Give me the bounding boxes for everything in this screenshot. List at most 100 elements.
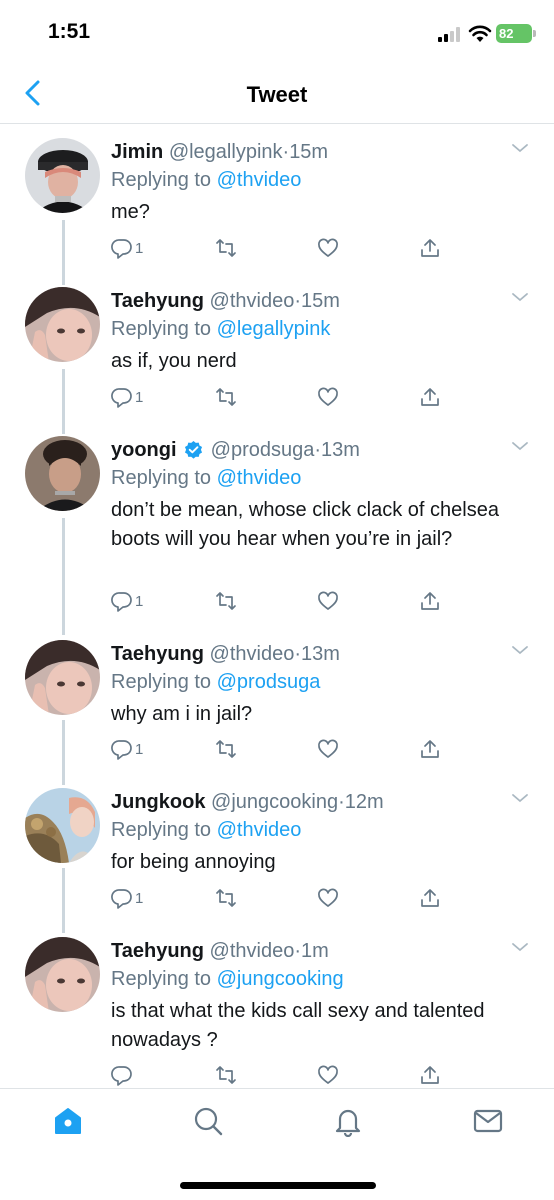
separator: ·	[294, 643, 301, 665]
timestamp[interactable]: 15m	[301, 290, 340, 312]
avatar[interactable]	[25, 640, 100, 715]
like-button[interactable]	[317, 1062, 339, 1088]
mention-link[interactable]: @prodsuga	[217, 671, 321, 693]
home-indicator	[180, 1182, 376, 1189]
avatar[interactable]	[25, 788, 100, 863]
chevron-down-icon[interactable]	[510, 788, 530, 808]
replying-prefix: Replying to	[111, 467, 212, 489]
username[interactable]: @prodsuga	[211, 439, 315, 461]
search-icon[interactable]	[192, 1105, 224, 1137]
tweet-actions: 1	[111, 384, 451, 410]
avatar[interactable]	[25, 138, 100, 213]
like-button[interactable]	[317, 235, 339, 261]
display-name[interactable]: Jimin	[111, 141, 163, 163]
share-icon	[421, 592, 439, 610]
replying-to: Replying to @thvideo	[111, 464, 518, 492]
replying-to: Replying to @jungcooking	[111, 965, 518, 993]
reply-icon	[111, 239, 132, 259]
cellular-signal-icon	[438, 27, 462, 42]
like-button[interactable]	[317, 736, 339, 762]
reply-button[interactable]: 1	[111, 736, 143, 762]
replying-to: Replying to @thvideo	[111, 166, 518, 194]
display-name[interactable]: Taehyung	[111, 643, 204, 665]
retweet-button[interactable]	[215, 885, 237, 911]
like-icon	[318, 1065, 338, 1084]
mention-link[interactable]: @thvideo	[217, 169, 302, 191]
reply-button[interactable]: 1	[111, 588, 143, 614]
timestamp[interactable]: 13m	[301, 643, 340, 665]
wifi-icon	[468, 25, 492, 42]
share-button[interactable]	[419, 885, 441, 911]
share-button[interactable]	[419, 384, 441, 410]
mention-link[interactable]: @thvideo	[217, 819, 302, 841]
replying-to: Replying to @thvideo	[111, 816, 518, 844]
timestamp[interactable]: 13m	[321, 439, 360, 461]
share-button[interactable]	[419, 1062, 441, 1088]
separator: ·	[294, 290, 301, 312]
retweet-button[interactable]	[215, 384, 237, 410]
like-button[interactable]	[317, 588, 339, 614]
messages-icon[interactable]	[472, 1105, 504, 1137]
share-button[interactable]	[419, 736, 441, 762]
tweet-text: don’t be mean, whose click clack of chel…	[111, 499, 499, 550]
retweet-button[interactable]	[215, 736, 237, 762]
share-icon	[421, 388, 439, 406]
reply-button[interactable]: 1	[111, 235, 143, 261]
replying-to: Replying to @legallypink	[111, 315, 518, 343]
mention-link[interactable]: @jungcooking	[217, 968, 344, 990]
avatar[interactable]	[25, 287, 100, 362]
battery-nub	[533, 30, 536, 37]
replying-prefix: Replying to	[111, 819, 212, 841]
timestamp[interactable]: 1m	[301, 940, 329, 962]
share-button[interactable]	[419, 235, 441, 261]
notifications-icon[interactable]	[332, 1105, 364, 1137]
chevron-down-icon[interactable]	[510, 640, 530, 660]
timestamp[interactable]: 15m	[289, 141, 328, 163]
retweet-button[interactable]	[215, 1062, 237, 1088]
mention-link[interactable]: @legallypink	[217, 318, 331, 340]
username[interactable]: @thvideo	[210, 643, 295, 665]
home-icon[interactable]	[52, 1105, 84, 1137]
tweet-body: Jimin @legallypink·15m Replying to @thvi…	[111, 138, 518, 227]
like-icon	[318, 591, 338, 610]
thread-line	[62, 518, 65, 635]
timestamp[interactable]: 12m	[345, 791, 384, 813]
reply-icon	[111, 889, 132, 909]
tweet-actions: 1	[111, 736, 451, 762]
username[interactable]: @thvideo	[210, 940, 295, 962]
display-name[interactable]: Taehyung	[111, 940, 204, 962]
display-name[interactable]: Taehyung	[111, 290, 204, 312]
chevron-down-icon[interactable]	[510, 937, 530, 957]
retweet-button[interactable]	[215, 235, 237, 261]
display-name[interactable]: Jungkook	[111, 791, 205, 813]
avatar[interactable]	[25, 436, 100, 511]
username[interactable]: @thvideo	[210, 290, 295, 312]
reply-button[interactable]	[111, 1062, 133, 1088]
like-icon	[318, 387, 338, 406]
battery-icon: 82	[496, 24, 532, 43]
like-button[interactable]	[317, 384, 339, 410]
share-button[interactable]	[419, 588, 441, 614]
reply-button[interactable]: 1	[111, 384, 143, 410]
like-button[interactable]	[317, 885, 339, 911]
chevron-down-icon[interactable]	[510, 436, 530, 456]
display-name[interactable]: yoongi	[111, 439, 177, 461]
chevron-down-icon[interactable]	[510, 138, 530, 158]
tweet-text: why am i in jail?	[111, 703, 253, 725]
retweet-icon	[216, 740, 236, 758]
reply-icon	[111, 740, 132, 760]
mention-link[interactable]: @thvideo	[217, 467, 302, 489]
retweet-icon	[216, 388, 236, 406]
share-icon	[421, 889, 439, 907]
username[interactable]: @legallypink	[169, 141, 283, 163]
retweet-button[interactable]	[215, 588, 237, 614]
reply-button[interactable]: 1	[111, 885, 143, 911]
username[interactable]: @jungcooking	[211, 791, 338, 813]
retweet-icon	[216, 239, 236, 257]
reply-icon	[111, 388, 132, 408]
replying-prefix: Replying to	[111, 671, 212, 693]
verified-badge-icon	[185, 440, 203, 459]
chevron-down-icon[interactable]	[510, 287, 530, 307]
avatar[interactable]	[25, 937, 100, 1012]
tweet-actions: 1	[111, 235, 451, 261]
